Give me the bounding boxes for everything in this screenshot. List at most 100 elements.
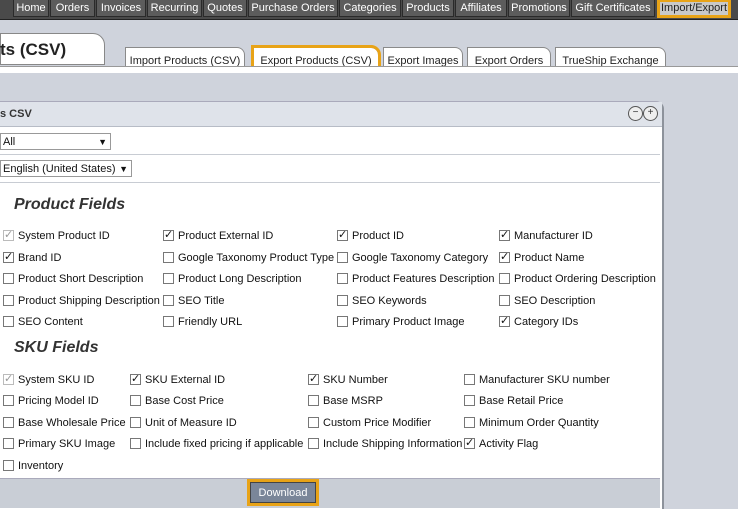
checkbox[interactable]	[3, 316, 14, 327]
nav-recurring[interactable]: Recurring	[147, 0, 202, 17]
checkbox[interactable]	[499, 250, 510, 264]
checkbox[interactable]	[308, 372, 319, 386]
expand-icon[interactable]: +	[643, 106, 658, 121]
field-inventory[interactable]: Inventory	[3, 459, 63, 473]
field-label: Product External ID	[178, 230, 274, 242]
field-label: Google Taxonomy Product Type	[178, 252, 335, 264]
checkbox[interactable]	[3, 295, 14, 306]
field-system-product-id[interactable]: System Product ID	[3, 228, 110, 243]
field-category-ids[interactable]: Category IDs	[499, 314, 578, 329]
checkbox[interactable]	[308, 438, 319, 449]
field-product-features-description[interactable]: Product Features Description	[337, 272, 494, 286]
field-include-fixed-pricing-if-applicable[interactable]: Include fixed pricing if applicable	[130, 437, 303, 451]
nav-invoices[interactable]: Invoices	[96, 0, 146, 17]
checkbox[interactable]	[308, 395, 319, 406]
checkbox[interactable]	[499, 314, 510, 328]
checkbox[interactable]	[3, 460, 14, 471]
checkbox[interactable]	[337, 316, 348, 327]
checkbox[interactable]	[337, 252, 348, 263]
checkbox[interactable]	[464, 395, 475, 406]
scope-select[interactable]: All ▼	[0, 133, 111, 150]
checkbox[interactable]	[464, 436, 475, 450]
checkbox[interactable]	[337, 228, 348, 242]
nav-orders[interactable]: Orders	[50, 0, 95, 17]
checkbox[interactable]	[130, 372, 141, 386]
checkbox[interactable]	[337, 295, 348, 306]
checkbox[interactable]	[163, 252, 174, 263]
checkbox[interactable]	[163, 273, 174, 284]
field-product-external-id[interactable]: Product External ID	[163, 228, 274, 243]
field-sku-number[interactable]: SKU Number	[308, 372, 388, 387]
nav-quotes[interactable]: Quotes	[203, 0, 247, 17]
nav-home[interactable]: Home	[13, 0, 49, 17]
checkbox[interactable]	[163, 228, 174, 242]
field-primary-sku-image[interactable]: Primary SKU Image	[3, 437, 115, 451]
field-label: Friendly URL	[178, 316, 243, 328]
field-seo-description[interactable]: SEO Description	[499, 294, 595, 308]
nav-affiliates[interactable]: Affiliates	[455, 0, 507, 17]
checkbox[interactable]	[464, 374, 475, 385]
nav-promotions[interactable]: Promotions	[508, 0, 570, 17]
field-system-sku-id[interactable]: System SKU ID	[3, 372, 94, 387]
field-base-retail-price[interactable]: Base Retail Price	[464, 394, 563, 408]
nav-gift-certificates[interactable]: Gift Certificates	[571, 0, 655, 17]
field-primary-product-image[interactable]: Primary Product Image	[337, 315, 464, 329]
field-label: SKU Number	[323, 374, 388, 386]
checkbox[interactable]	[464, 417, 475, 428]
field-unit-of-measure-id[interactable]: Unit of Measure ID	[130, 416, 237, 430]
checkbox[interactable]	[3, 250, 14, 264]
field-custom-price-modifier[interactable]: Custom Price Modifier	[308, 416, 431, 430]
field-product-short-description[interactable]: Product Short Description	[3, 272, 143, 286]
field-google-taxonomy-product-type[interactable]: Google Taxonomy Product Type	[163, 251, 334, 265]
field-google-taxonomy-category[interactable]: Google Taxonomy Category	[337, 251, 488, 265]
product-fields-heading: Product Fields	[14, 196, 126, 213]
checkbox[interactable]	[130, 417, 141, 428]
field-pricing-model-id[interactable]: Pricing Model ID	[3, 394, 99, 408]
collapse-icon[interactable]: −	[628, 106, 643, 121]
field-base-wholesale-price[interactable]: Base Wholesale Price	[3, 416, 126, 430]
checkbox[interactable]	[499, 228, 510, 242]
field-base-msrp[interactable]: Base MSRP	[308, 394, 383, 408]
field-product-long-description[interactable]: Product Long Description	[163, 272, 302, 286]
checkbox[interactable]	[130, 395, 141, 406]
field-label: SEO Content	[18, 316, 83, 328]
field-seo-content[interactable]: SEO Content	[3, 315, 83, 329]
checkbox[interactable]	[163, 316, 174, 327]
field-label: Product Long Description	[178, 273, 302, 285]
field-seo-title[interactable]: SEO Title	[163, 294, 224, 308]
checkbox[interactable]	[3, 395, 14, 406]
checkbox[interactable]	[163, 295, 174, 306]
field-manufacturer-id[interactable]: Manufacturer ID	[499, 228, 593, 243]
checkbox[interactable]	[130, 438, 141, 449]
checkbox[interactable]	[337, 273, 348, 284]
field-product-id[interactable]: Product ID	[337, 228, 404, 243]
nav-products[interactable]: Products	[402, 0, 454, 17]
field-product-shipping-description[interactable]: Product Shipping Description	[3, 294, 160, 308]
field-friendly-url[interactable]: Friendly URL	[163, 315, 242, 329]
field-product-ordering-description[interactable]: Product Ordering Description	[499, 272, 656, 286]
field-include-shipping-information[interactable]: Include Shipping Information	[308, 437, 462, 451]
panel-title: s CSV	[0, 108, 32, 120]
field-activity-flag[interactable]: Activity Flag	[464, 436, 538, 451]
language-select[interactable]: English (United States) ▼	[0, 160, 132, 177]
checkbox[interactable]	[3, 273, 14, 284]
field-base-cost-price[interactable]: Base Cost Price	[130, 394, 224, 408]
checkbox[interactable]	[499, 295, 510, 306]
nav-categories[interactable]: Categories	[339, 0, 401, 17]
field-minimum-order-quantity[interactable]: Minimum Order Quantity	[464, 416, 599, 430]
field-brand-id[interactable]: Brand ID	[3, 250, 61, 265]
checkbox[interactable]	[3, 417, 14, 428]
field-label: Google Taxonomy Category	[352, 252, 489, 264]
field-product-name[interactable]: Product Name	[499, 250, 584, 265]
checkbox[interactable]	[499, 273, 510, 284]
field-seo-keywords[interactable]: SEO Keywords	[337, 294, 427, 308]
checkbox[interactable]	[3, 438, 14, 449]
field-label: Primary SKU Image	[18, 438, 116, 450]
nav-import-export[interactable]: Import/Export	[657, 0, 731, 18]
nav-purchase-orders[interactable]: Purchase Orders	[248, 0, 338, 17]
checkbox[interactable]	[308, 417, 319, 428]
download-button[interactable]: Download	[247, 479, 319, 506]
field-sku-external-id[interactable]: SKU External ID	[130, 372, 225, 387]
field-label: Pricing Model ID	[18, 395, 99, 407]
field-manufacturer-sku-number[interactable]: Manufacturer SKU number	[464, 373, 610, 387]
